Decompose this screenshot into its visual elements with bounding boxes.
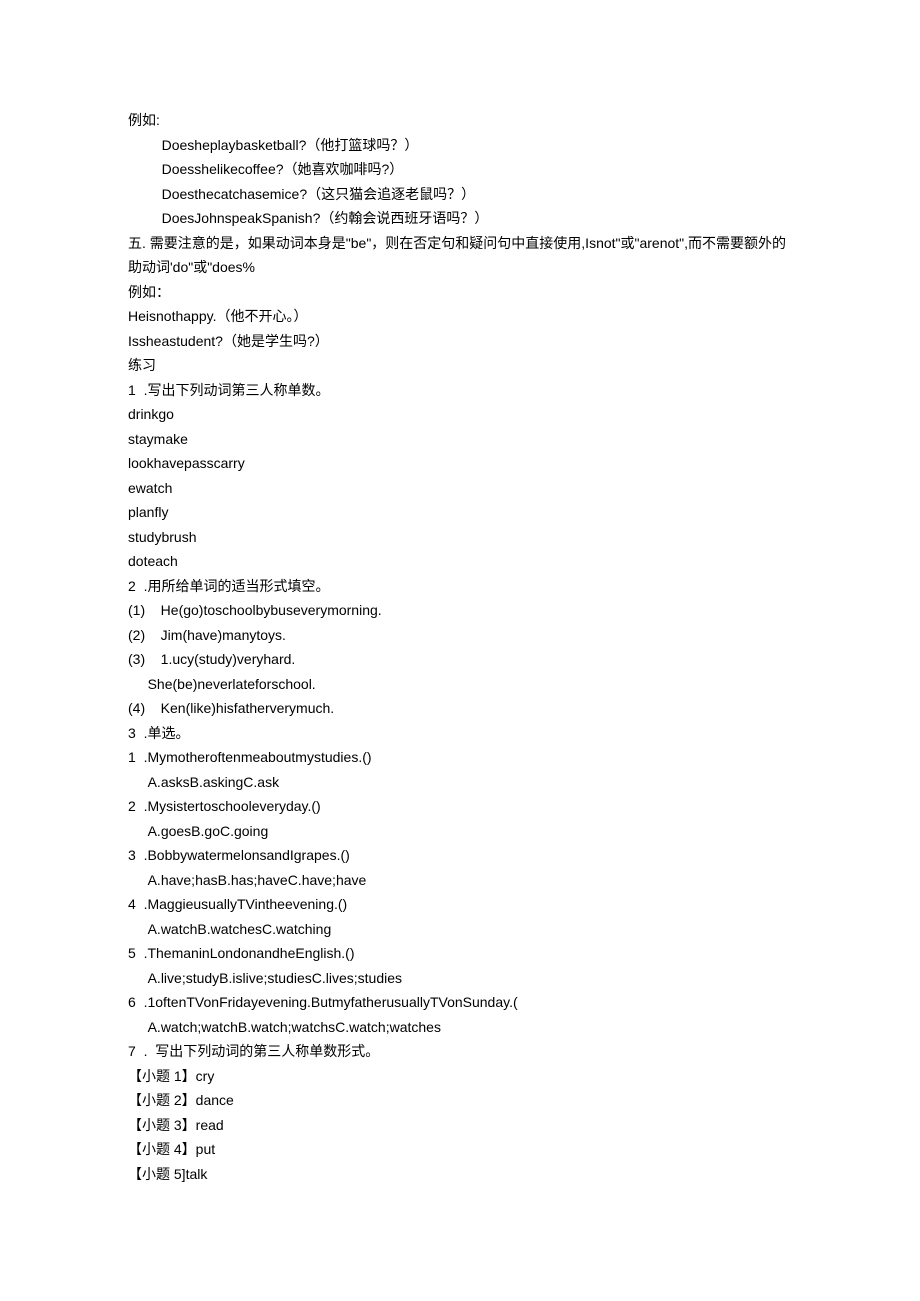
text-line: 1 .Mymotheroftenmeaboutmystudies.() bbox=[128, 745, 792, 770]
text-line: A.asksB.askingC.ask bbox=[128, 770, 792, 795]
text-line: A.have;hasB.has;haveC.have;have bbox=[128, 868, 792, 893]
text-line: lookhavepasscarry bbox=[128, 451, 792, 476]
text-line: 【小题 1】cry bbox=[128, 1064, 792, 1089]
text-line: staymake bbox=[128, 427, 792, 452]
text-line: Doesshelikecoffee?（她喜欢咖啡吗?） bbox=[128, 157, 792, 182]
text-line: Doesheplaybasketball?（他打篮球吗？） bbox=[128, 133, 792, 158]
text-line: A.goesB.goC.going bbox=[128, 819, 792, 844]
text-line: Issheastudent?（她是学生吗?） bbox=[128, 329, 792, 354]
text-line: DoesJohnspeakSpanish?（约翰会说西班牙语吗？） bbox=[128, 206, 792, 231]
text-line: 4 .MaggieusuallyTVintheevening.() bbox=[128, 892, 792, 917]
text-line: 1 .写出下列动词第三人称单数。 bbox=[128, 378, 792, 403]
text-line: 练习 bbox=[128, 353, 792, 378]
text-line: She(be)neverlateforschool. bbox=[128, 672, 792, 697]
text-line: 五. 需要注意的是，如果动词本身是"be"，则在否定句和疑问句中直接使用,Isn… bbox=[128, 231, 792, 280]
text-line: 【小题 2】dance bbox=[128, 1088, 792, 1113]
text-line: 3 .单选。 bbox=[128, 721, 792, 746]
text-line: doteach bbox=[128, 549, 792, 574]
text-line: A.watchB.watchesC.watching bbox=[128, 917, 792, 942]
text-line: 6 .1oftenTVonFridayevening.Butmyfatherus… bbox=[128, 990, 792, 1015]
text-line: 2 .用所给单词的适当形式填空。 bbox=[128, 574, 792, 599]
document-page: 例如:Doesheplaybasketball?（他打篮球吗？）Doesshel… bbox=[0, 0, 920, 1301]
text-line: (4) Ken(like)hisfatherverymuch. bbox=[128, 696, 792, 721]
text-line: 【小题 3】read bbox=[128, 1113, 792, 1138]
text-line: (3) 1.ucy(study)veryhard. bbox=[128, 647, 792, 672]
text-line: 例如： bbox=[128, 280, 792, 305]
text-line: 例如: bbox=[128, 108, 792, 133]
text-line: Doesthecatchasemice?（这只猫会追逐老鼠吗？） bbox=[128, 182, 792, 207]
text-line: ewatch bbox=[128, 476, 792, 501]
text-line: planfly bbox=[128, 500, 792, 525]
text-line: 【小题 5]talk bbox=[128, 1162, 792, 1187]
text-line: 3 .BobbywatermelonsandIgrapes.() bbox=[128, 843, 792, 868]
text-line: (1) He(go)toschoolbybuseverymorning. bbox=[128, 598, 792, 623]
text-line: A.watch;watchB.watch;watchsC.watch;watch… bbox=[128, 1015, 792, 1040]
text-line: drinkgo bbox=[128, 402, 792, 427]
text-line: 【小题 4】put bbox=[128, 1137, 792, 1162]
document-body: 例如:Doesheplaybasketball?（他打篮球吗？）Doesshel… bbox=[128, 108, 792, 1186]
text-line: 7 . 写出下列动词的第三人称单数形式。 bbox=[128, 1039, 792, 1064]
text-line: A.live;studyB.islive;studiesC.lives;stud… bbox=[128, 966, 792, 991]
text-line: (2) Jim(have)manytoys. bbox=[128, 623, 792, 648]
text-line: Heisnothappy.（他不开心。） bbox=[128, 304, 792, 329]
text-line: 2 .Mysistertoschooleveryday.() bbox=[128, 794, 792, 819]
text-line: 5 .ThemaninLondonandheEnglish.() bbox=[128, 941, 792, 966]
text-line: studybrush bbox=[128, 525, 792, 550]
